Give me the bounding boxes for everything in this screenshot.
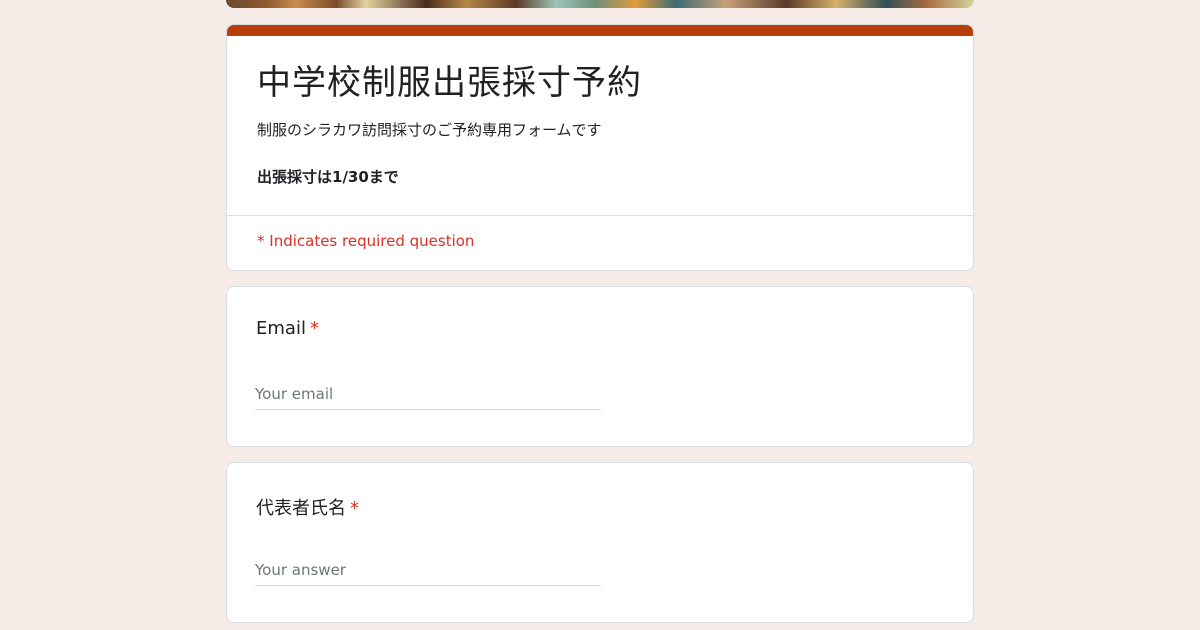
required-question-note: * Indicates required question [257,232,475,250]
question-label-text: Email [256,318,306,339]
question-card-email: Email * [226,286,974,447]
form-title: 中学校制服出張採寸予約 [257,63,642,103]
form-title-card: 中学校制服出張採寸予約 制服のシラカワ訪問採寸のご予約専用フォームです 出張採寸… [226,24,974,271]
form-page: 中学校制服出張採寸予約 制服のシラカワ訪問採寸のご予約専用フォームです 出張採寸… [0,0,1200,630]
question-card-representative-name: 代表者氏名 * [226,462,974,623]
title-divider [227,215,973,216]
question-label-text: 代表者氏名 [256,498,346,519]
question-label-email: Email * [256,318,319,339]
representative-name-input[interactable] [255,555,601,586]
required-asterisk: * [350,498,359,519]
form-deadline-note: 出張採寸は1/30まで [257,168,399,186]
email-input[interactable] [255,379,601,410]
required-asterisk: * [309,318,319,339]
question-label-representative-name: 代表者氏名 * [256,494,359,520]
header-banner-image [226,0,974,8]
form-description: 制服のシラカワ訪問採寸のご予約専用フォームです [257,121,602,139]
title-accent-bar [227,25,973,36]
